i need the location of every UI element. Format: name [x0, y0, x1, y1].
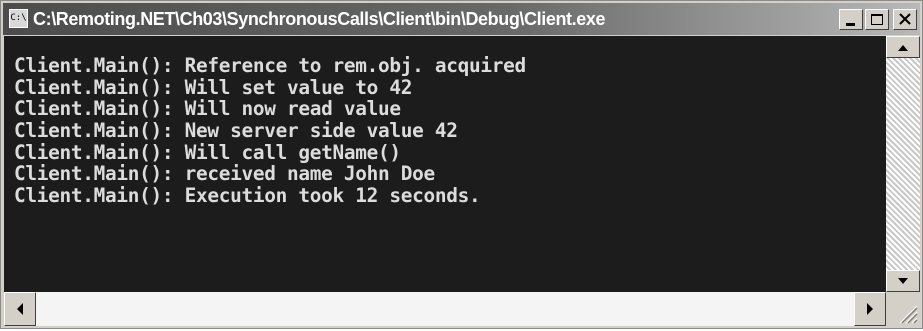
arrow-up-icon [898, 45, 908, 51]
console-line: Client.Main(): Execution took 12 seconds… [14, 184, 481, 207]
arrow-down-icon [898, 278, 908, 284]
maximize-icon [871, 14, 883, 25]
window-title: C:\Remoting.NET\Ch03\SynchronousCalls\Cl… [33, 9, 606, 29]
horizontal-scrollbar[interactable] [4, 292, 886, 326]
title-bar[interactable]: C:\ C:\Remoting.NET\Ch03\SynchronousCall… [3, 3, 920, 35]
close-button[interactable] [893, 9, 917, 30]
vertical-scrollbar[interactable] [886, 36, 920, 292]
arrow-left-icon [17, 303, 23, 315]
console-line: Client.Main(): received name John Doe [14, 162, 435, 185]
console-app-icon[interactable]: C:\ [9, 9, 28, 28]
arrow-right-icon [867, 303, 873, 315]
scroll-up-button[interactable] [886, 36, 920, 58]
scroll-right-button[interactable] [854, 292, 886, 326]
console-line: Client.Main(): Will now read value [14, 97, 401, 120]
minimize-button[interactable] [839, 9, 863, 30]
console-line: Client.Main(): Reference to rem.obj. acq… [14, 54, 526, 77]
scroll-left-button[interactable] [4, 292, 36, 326]
maximize-button[interactable] [865, 9, 889, 30]
close-icon [899, 13, 911, 25]
scroll-down-button[interactable] [886, 270, 920, 292]
console-line: Client.Main(): Will set value to 42 [14, 76, 413, 99]
console-window: C:\ C:\Remoting.NET\Ch03\SynchronousCall… [0, 0, 923, 329]
console-line: Client.Main(): Will call getName() [14, 141, 401, 164]
resize-grip-icon [899, 305, 918, 324]
horizontal-scroll-thumb[interactable] [36, 292, 854, 326]
resize-grip[interactable] [886, 292, 920, 326]
console-output[interactable]: Client.Main(): Reference to rem.obj. acq… [4, 36, 886, 292]
vertical-scroll-track[interactable] [886, 58, 920, 270]
console-line: Client.Main(): New server side value 42 [14, 119, 458, 142]
minimize-icon [846, 23, 855, 26]
